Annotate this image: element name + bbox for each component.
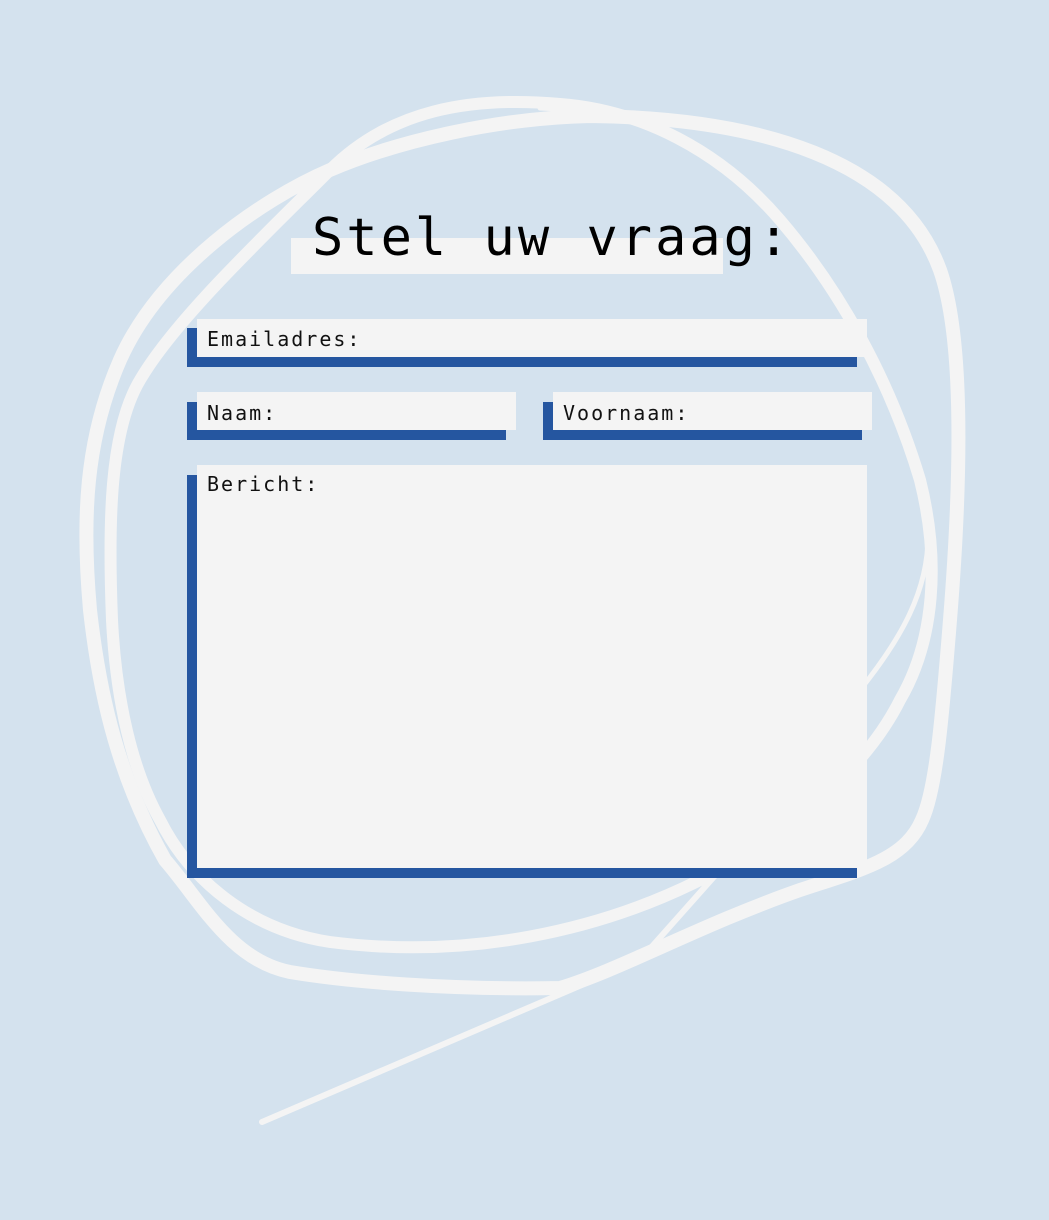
naam-input[interactable]: Naam: xyxy=(197,392,516,430)
page-title: Stel uw vraag: xyxy=(312,208,793,268)
naam-label: Naam: xyxy=(207,401,278,425)
email-input[interactable]: Emailadres: xyxy=(197,319,867,357)
email-field[interactable]: Emailadres: xyxy=(187,319,867,367)
bericht-textarea[interactable]: Bericht: xyxy=(197,465,867,868)
naam-field[interactable]: Naam: xyxy=(187,392,517,440)
voornaam-label: Voornaam: xyxy=(563,401,690,425)
voornaam-input[interactable]: Voornaam: xyxy=(553,392,872,430)
bericht-field[interactable]: Bericht: xyxy=(187,465,867,878)
bericht-label: Bericht: xyxy=(207,472,320,496)
email-label: Emailadres: xyxy=(207,327,362,351)
voornaam-field[interactable]: Voornaam: xyxy=(543,392,873,440)
